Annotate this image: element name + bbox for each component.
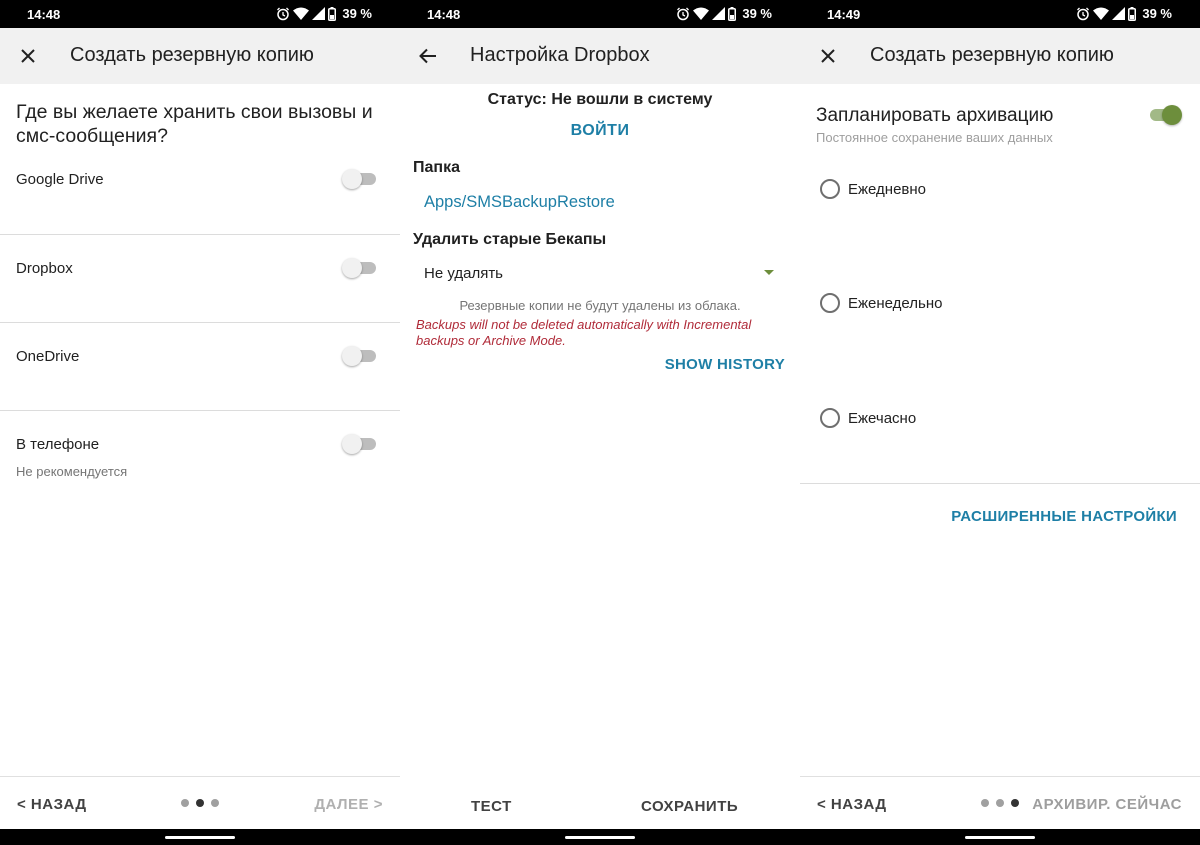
delete-note: Резервные копии не будут удалены из обла…: [459, 298, 741, 313]
signal-icon: [1112, 7, 1126, 20]
status-time: 14:48: [427, 7, 461, 22]
system-nav-bar: [400, 829, 800, 845]
frequency-weekly[interactable]: Еженедельно: [820, 293, 942, 313]
toolbar: Создать резервную копию: [0, 28, 400, 84]
alarm-icon: [677, 7, 690, 20]
status-icons: 39 %: [676, 6, 772, 21]
battery-icon: [328, 6, 337, 21]
wifi-icon: [1093, 7, 1110, 20]
option-label: OneDrive: [16, 348, 80, 365]
delete-warning: Backups will not be deleted automaticall…: [416, 317, 752, 348]
footer-divider: [0, 776, 400, 777]
page-indicator: [981, 799, 1019, 807]
signal-icon: [712, 7, 726, 20]
option-label: В телефоне: [16, 436, 100, 453]
status-icons: 39 %: [276, 6, 372, 21]
login-button[interactable]: ВОЙТИ: [400, 122, 800, 140]
battery-percent: 39 %: [742, 6, 772, 21]
status-bar: 14:49 39 %: [800, 0, 1200, 28]
folder-title: Папка: [413, 159, 460, 176]
delete-old-dropdown[interactable]: Не удалять: [414, 258, 782, 290]
status-icons: 39 %: [1076, 6, 1172, 21]
option-on-phone[interactable]: В телефоне Не рекомендуется: [0, 411, 400, 491]
page-dot: [996, 799, 1004, 807]
schedule-toggle[interactable]: [1146, 105, 1182, 125]
close-icon[interactable]: [814, 42, 842, 70]
status-time: 14:48: [27, 7, 61, 22]
dropdown-value: Не удалять: [424, 265, 503, 282]
toolbar: Настройка Dropbox: [400, 28, 800, 84]
onedrive-toggle[interactable]: [342, 346, 378, 366]
wifi-icon: [293, 7, 310, 20]
radio-button[interactable]: [820, 408, 840, 428]
option-google-drive[interactable]: Google Drive: [0, 150, 400, 234]
footer-divider: [800, 776, 1200, 777]
wifi-icon: [693, 7, 710, 20]
status-bar: 14:48 39 %: [0, 0, 400, 28]
alarm-icon: [277, 7, 290, 20]
battery-icon: [1128, 6, 1137, 21]
home-handle[interactable]: [965, 836, 1035, 839]
back-button[interactable]: < НАЗАД: [817, 796, 887, 813]
google-drive-toggle[interactable]: [342, 169, 378, 189]
radio-label: Ежедневно: [848, 180, 927, 198]
alarm-icon: [1077, 7, 1090, 20]
option-label: Google Drive: [16, 171, 104, 188]
system-nav-bar: [800, 829, 1200, 845]
back-button[interactable]: < НАЗАД: [17, 796, 87, 813]
save-button[interactable]: СОХРАНИТЬ: [641, 798, 738, 815]
login-status: Статус: Не вошли в систему: [487, 91, 713, 108]
folder-path-link[interactable]: Apps/SMSBackupRestore: [424, 193, 615, 212]
dropdown-arrow-icon: [764, 270, 774, 275]
radio-button[interactable]: [820, 179, 840, 199]
signal-icon: [312, 7, 326, 20]
back-arrow-icon[interactable]: [414, 42, 442, 70]
destination-question: Где вы желаете хранить свои вызовы и смс…: [16, 101, 373, 147]
next-button[interactable]: ДАЛЕЕ >: [314, 796, 383, 813]
option-sublabel: Не рекомендуется: [16, 464, 128, 479]
delete-old-title: Удалить старые Бекапы: [413, 231, 607, 248]
archive-now-button[interactable]: АРХИВИР. СЕЙЧАС: [1032, 796, 1182, 813]
status-bar: 14:48 39 %: [400, 0, 800, 28]
option-dropbox[interactable]: Dropbox: [0, 235, 400, 322]
schedule-title: Запланировать архивацию: [816, 105, 1054, 126]
on-phone-toggle[interactable]: [342, 434, 378, 454]
home-handle[interactable]: [165, 836, 235, 839]
backup-destination-screen: 14:48 39 % Создать резервную копию Где в…: [0, 0, 400, 845]
page-dot-active: [196, 799, 204, 807]
status-time: 14:49: [827, 7, 861, 22]
system-nav-bar: [0, 829, 400, 845]
radio-label: Еженедельно: [848, 294, 943, 312]
home-handle[interactable]: [565, 836, 635, 839]
page-dot: [181, 799, 189, 807]
frequency-daily[interactable]: Ежедневно: [820, 179, 926, 199]
option-label: Dropbox: [16, 260, 73, 277]
page-title: Настройка Dropbox: [470, 44, 650, 66]
close-icon[interactable]: [14, 42, 42, 70]
option-onedrive[interactable]: OneDrive: [0, 323, 400, 410]
radio-label: Ежечасно: [848, 409, 917, 427]
schedule-subtitle: Постоянное сохранение ваших данных: [816, 130, 1053, 145]
schedule-backup-screen: 14:49 39 % Создать резервную копию Запла…: [800, 0, 1200, 845]
battery-percent: 39 %: [1142, 6, 1172, 21]
toolbar: Создать резервную копию: [800, 28, 1200, 84]
divider: [800, 483, 1200, 484]
page-dot-active: [1011, 799, 1019, 807]
battery-icon: [728, 6, 737, 21]
advanced-settings-button[interactable]: РАСШИРЕННЫЕ НАСТРОЙКИ: [951, 508, 1177, 525]
page-dot: [211, 799, 219, 807]
page-title: Создать резервную копию: [70, 44, 314, 66]
frequency-hourly[interactable]: Ежечасно: [820, 408, 916, 428]
show-history-button[interactable]: SHOW HISTORY: [665, 356, 785, 373]
radio-button[interactable]: [820, 293, 840, 313]
dropbox-settings-screen: 14:48 39 % Настройка Dropbox Статус: Не …: [400, 0, 800, 845]
page-title: Создать резервную копию: [870, 44, 1114, 66]
battery-percent: 39 %: [342, 6, 372, 21]
page-indicator: [181, 799, 219, 807]
test-button[interactable]: ТЕСТ: [471, 798, 512, 815]
dropbox-toggle[interactable]: [342, 258, 378, 278]
page-dot: [981, 799, 989, 807]
